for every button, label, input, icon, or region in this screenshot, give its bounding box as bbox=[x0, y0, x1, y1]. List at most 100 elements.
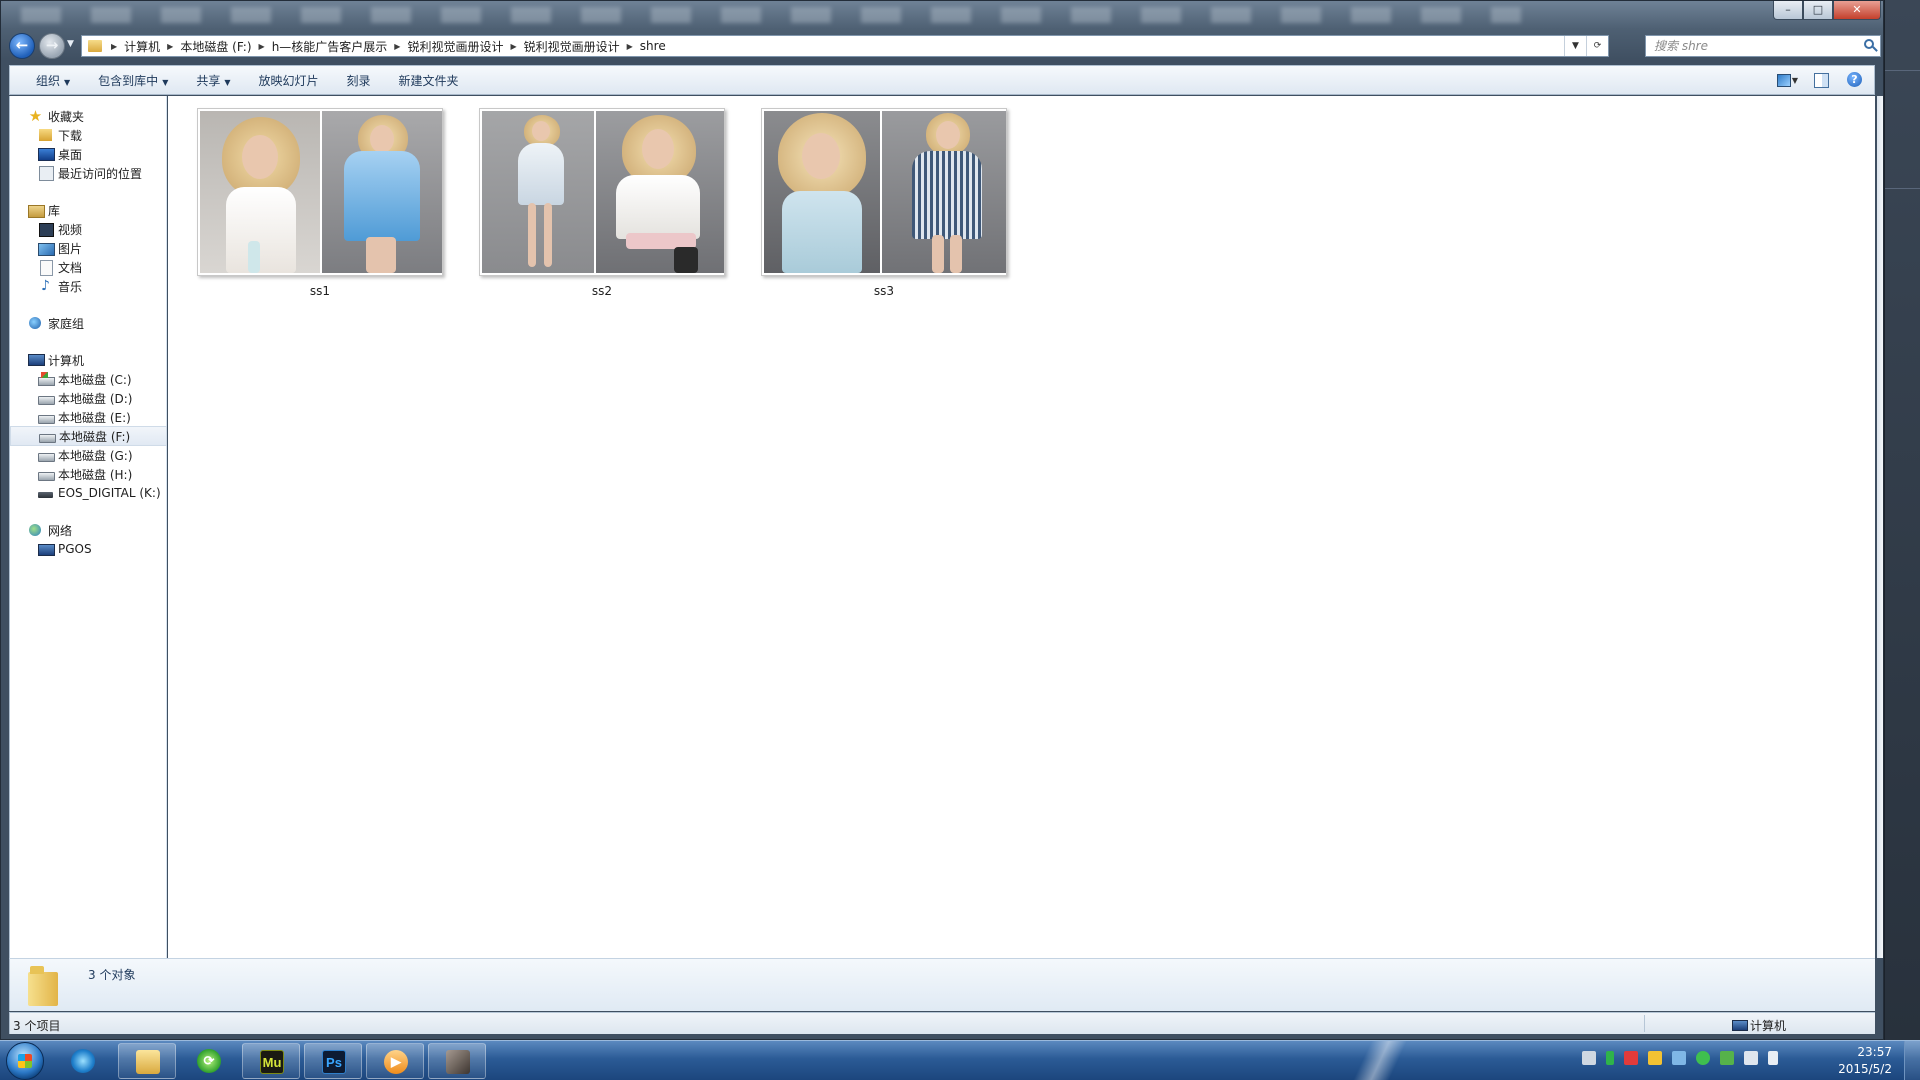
photoshop-icon: Ps bbox=[322, 1050, 346, 1074]
change-view-icon[interactable] bbox=[1774, 70, 1796, 90]
taskbar-browser-button[interactable] bbox=[54, 1043, 112, 1079]
search-icon[interactable] bbox=[1864, 39, 1874, 49]
action-center-icon[interactable] bbox=[1744, 1051, 1758, 1065]
breadcrumb-album-folder[interactable]: ▶ 锐利视觉画册设计 bbox=[391, 36, 507, 56]
update-icon[interactable] bbox=[1720, 1051, 1734, 1065]
minimize-button[interactable]: – bbox=[1773, 1, 1803, 20]
nav-downloads[interactable]: 下载 bbox=[10, 125, 167, 145]
nav-drive-h[interactable]: 本地磁盘 (H:) bbox=[10, 464, 167, 484]
caption-buttons: – □ ✕ bbox=[1773, 1, 1881, 20]
network-computer-icon bbox=[38, 542, 55, 556]
divider bbox=[1885, 188, 1920, 189]
folder-icon bbox=[28, 966, 60, 1006]
network-tray-icon[interactable] bbox=[1672, 1051, 1686, 1065]
music-library-icon: ♪ bbox=[41, 278, 50, 294]
documents-library-icon bbox=[38, 260, 53, 276]
address-bar[interactable]: ▶ 计算机 ▶ 本地磁盘 (F:) ▶ h—核能广告客户展示 ▶ 锐利视觉画册设计 ▶ 锐… bbox=[81, 35, 1609, 57]
address-bar-controls: ▼ ⟳ bbox=[1564, 36, 1608, 56]
system-drive-icon bbox=[38, 372, 55, 386]
address-dropdown-icon[interactable]: ▼ bbox=[1564, 36, 1586, 56]
share-menu[interactable]: 共享 ▼ bbox=[182, 72, 244, 89]
nav-drive-c[interactable]: 本地磁盘 (C:) bbox=[10, 369, 167, 389]
start-button[interactable] bbox=[6, 1042, 44, 1080]
security-icon[interactable] bbox=[1696, 1051, 1710, 1065]
nav-drive-k[interactable]: EOS_DIGITAL (K:) bbox=[10, 483, 167, 503]
breadcrumb-computer[interactable]: ▶ 计算机 bbox=[108, 36, 164, 56]
taskbar-explorer-button[interactable] bbox=[118, 1043, 176, 1079]
forward-button[interactable]: → bbox=[39, 33, 65, 59]
muse-icon: Mu bbox=[260, 1050, 284, 1074]
nav-documents[interactable]: 文档 bbox=[10, 257, 167, 277]
volume-icon[interactable] bbox=[1768, 1051, 1778, 1065]
maximize-button[interactable]: □ bbox=[1803, 1, 1833, 20]
network-icon bbox=[28, 523, 43, 537]
nav-homegroup[interactable]: 家庭组 bbox=[10, 313, 167, 333]
keyboard-icon[interactable] bbox=[1582, 1051, 1596, 1065]
computer-icon bbox=[28, 353, 45, 367]
details-summary: 3 个对象 bbox=[88, 968, 136, 982]
breadcrumb-drive-f[interactable]: ▶ 本地磁盘 (F:) bbox=[164, 36, 255, 56]
refresh-icon[interactable]: ⟳ bbox=[1586, 36, 1608, 56]
breadcrumb-current-folder[interactable]: ▶ shre bbox=[624, 36, 670, 56]
chevron-right-icon: ▶ bbox=[626, 41, 633, 51]
file-item[interactable]: ss3 bbox=[736, 108, 1007, 308]
qq-icon[interactable] bbox=[1648, 1051, 1662, 1065]
recent-places-icon bbox=[38, 166, 54, 181]
nav-drive-e[interactable]: 本地磁盘 (E:) bbox=[10, 407, 167, 427]
nav-videos[interactable]: 视频 bbox=[10, 219, 167, 239]
preview-pane-icon[interactable] bbox=[1810, 70, 1832, 90]
clock[interactable]: 23:57 2015/5/2 bbox=[1822, 1044, 1892, 1078]
breadcrumb-client-folder[interactable]: ▶ h—核能广告客户展示 bbox=[256, 36, 392, 56]
organize-menu[interactable]: 组织 ▼ bbox=[22, 72, 84, 89]
details-pane: 3 个对象 bbox=[9, 958, 1875, 1011]
taskbar-glow bbox=[1300, 1041, 1460, 1080]
show-desktop-button[interactable] bbox=[1904, 1041, 1920, 1080]
breadcrumb-album-subfolder[interactable]: ▶ 锐利视觉画册设计 bbox=[507, 36, 623, 56]
nav-pictures[interactable]: 图片 bbox=[10, 238, 167, 258]
battery-icon[interactable] bbox=[1606, 1051, 1614, 1065]
homegroup-icon bbox=[28, 316, 43, 330]
nav-drive-g[interactable]: 本地磁盘 (G:) bbox=[10, 445, 167, 465]
scrollbar-track[interactable] bbox=[1877, 96, 1883, 958]
taskbar-360-button[interactable]: ⟳ bbox=[180, 1043, 238, 1079]
photo-thumbnail bbox=[482, 111, 594, 273]
status-location: 计算机 bbox=[1732, 1017, 1786, 1034]
search-input[interactable]: 搜索 shre bbox=[1645, 35, 1881, 57]
burn-button[interactable]: 刻录 bbox=[333, 72, 385, 89]
nav-libraries[interactable]: 库 bbox=[10, 200, 167, 220]
nav-recent-places[interactable]: 最近访问的位置 bbox=[10, 163, 167, 183]
nav-network[interactable]: 网络 bbox=[10, 520, 167, 540]
file-name: ss1 bbox=[309, 284, 331, 298]
new-folder-button[interactable]: 新建文件夹 bbox=[385, 72, 473, 89]
back-button[interactable]: ← bbox=[9, 33, 35, 59]
taskbar-media-button[interactable]: ▶ bbox=[366, 1043, 424, 1079]
file-thumbnail bbox=[479, 108, 725, 276]
nav-favorites[interactable]: ★ 收藏夹 bbox=[10, 106, 167, 126]
nav-drive-f[interactable]: 本地磁盘 (F:) bbox=[10, 426, 167, 446]
nav-music[interactable]: ♪ 音乐 bbox=[10, 276, 167, 296]
file-thumbnail bbox=[761, 108, 1007, 276]
library-icon bbox=[28, 203, 45, 218]
file-item[interactable]: ss2 bbox=[454, 108, 725, 308]
drive-icon bbox=[38, 410, 55, 424]
chevron-right-icon: ▶ bbox=[258, 41, 265, 51]
nav-network-pgos[interactable]: PGOS bbox=[10, 539, 167, 559]
taskbar-photoshop-button[interactable]: Ps bbox=[304, 1043, 362, 1079]
slideshow-button[interactable]: 放映幻灯片 bbox=[245, 72, 333, 89]
history-dropdown-icon[interactable]: ▼ bbox=[67, 39, 74, 49]
explorer-window: – □ ✕ ← → ▼ ▶ 计算机 ▶ 本地磁盘 (F:) ▶ h—核能广告客户展示 … bbox=[0, 0, 1884, 1040]
nav-computer[interactable]: 计算机 bbox=[10, 350, 167, 370]
nav-drive-d[interactable]: 本地磁盘 (D:) bbox=[10, 388, 167, 408]
system-tray bbox=[1582, 1051, 1788, 1065]
nav-desktop[interactable]: 桌面 bbox=[10, 144, 167, 164]
taskbar-muse-button[interactable]: Mu bbox=[242, 1043, 300, 1079]
file-item[interactable]: ss1 bbox=[172, 108, 443, 308]
star-icon: ★ bbox=[28, 107, 43, 125]
include-in-library-menu[interactable]: 包含到库中 ▼ bbox=[84, 72, 182, 89]
folder-icon bbox=[136, 1050, 160, 1074]
item-count: 3 个项目 bbox=[13, 1019, 61, 1033]
help-icon[interactable] bbox=[1844, 70, 1866, 90]
taskbar-photo-viewer-button[interactable] bbox=[428, 1043, 486, 1079]
close-button[interactable]: ✕ bbox=[1833, 1, 1881, 20]
antivirus-icon[interactable] bbox=[1624, 1051, 1638, 1065]
